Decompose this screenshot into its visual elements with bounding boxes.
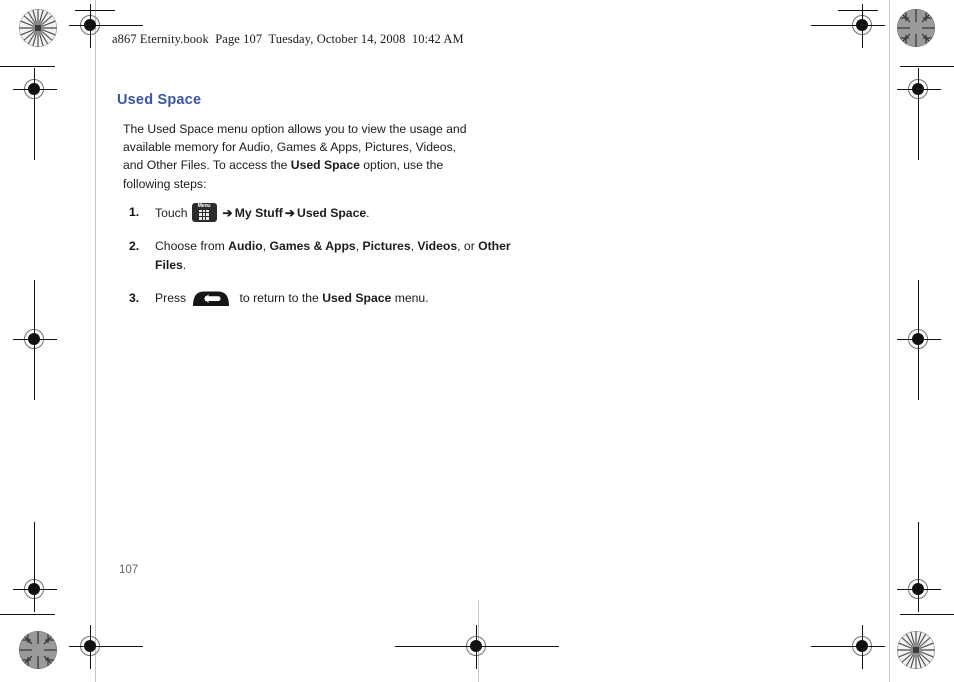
registration-arm-lower-right-v (918, 522, 920, 570)
document-header-line: a867 Eternity.book Page 107 Tuesday, Oct… (112, 32, 464, 46)
registration-arm-mid-left-v-top (34, 280, 36, 320)
back-key-glyph (193, 291, 230, 306)
step2-sep-2: , (355, 238, 363, 253)
step-text-2: Choose from Audio, Games & Apps, Picture… (155, 239, 511, 272)
registration-target-bottom-center (455, 625, 499, 669)
step3-trailing: menu. (391, 290, 429, 305)
starburst-icon (19, 631, 57, 669)
intro-paragraph: The Used Space menu option allows you to… (123, 120, 468, 193)
step-number-1: 1. (129, 204, 140, 219)
step2-lead: Choose from (155, 238, 229, 253)
registration-vertical-line (90, 4, 92, 48)
menu-key-icon[interactable]: Menu (191, 202, 217, 222)
registration-target-top-left (69, 4, 113, 48)
registration-arm-bottom-center-h-right (499, 646, 559, 648)
menu-key-label: Menu (197, 202, 211, 209)
registration-arm-mid-left-v-bottom (34, 360, 36, 400)
registration-arm-mid-right-v-top (918, 280, 920, 320)
registration-arm-upper-left-v (34, 112, 36, 160)
registration-vertical-line (862, 4, 864, 48)
step1-arrow-2: ➔ (284, 205, 296, 220)
registration-target-upper-left (13, 68, 57, 112)
registration-arm-top-right-h (811, 25, 841, 27)
resolution-starburst-top-right (896, 8, 936, 48)
step1-target-my-stuff: My Stuff (234, 205, 283, 220)
registration-vertical-line (34, 68, 36, 112)
registration-target-lower-right (897, 568, 941, 612)
step-text-3: Press to return to the Used Space menu. (155, 290, 429, 307)
starburst-icon (19, 9, 57, 47)
registration-vertical-line (34, 318, 36, 362)
step1-trailing: . (366, 205, 370, 220)
page-number: 107 (119, 564, 139, 576)
guide-line-left (95, 0, 96, 682)
guide-line-right (889, 0, 890, 682)
registration-target-bottom-right (841, 625, 885, 669)
step2-option-videos: Videos (417, 238, 458, 253)
registration-target-bottom-left (69, 625, 113, 669)
step-number-3: 3. (129, 290, 140, 305)
step-item-1: 1. Touch Menu ➔ My Stuff ➔ Used Space. (117, 202, 535, 223)
page-title: Used Space (117, 92, 202, 108)
registration-target-top-right (841, 4, 885, 48)
registration-vertical-line (918, 318, 920, 362)
registration-target-lower-left (13, 568, 57, 612)
step2-conjunction: , or (457, 238, 479, 253)
step2-option-games-apps: Games & Apps (269, 238, 356, 253)
registration-vertical-line (862, 625, 864, 669)
resolution-starburst-bottom-left (18, 630, 58, 670)
step1-lead: Touch (155, 205, 188, 220)
registration-vertical-line (918, 568, 920, 612)
registration-target-mid-left (13, 318, 57, 362)
back-key-icon[interactable] (191, 290, 231, 307)
registration-arm-lower-left-v (34, 522, 36, 570)
registration-vertical-line (476, 625, 478, 669)
registration-arm-bottom-left-h (113, 646, 143, 648)
registration-vertical-line (918, 68, 920, 112)
registration-arm-bottom-right-h (811, 646, 841, 648)
menu-key-grid (199, 209, 210, 220)
registration-arm-top-left-h (113, 25, 143, 27)
registration-target-mid-right (897, 318, 941, 362)
registration-target-upper-right (897, 68, 941, 112)
step3-lead: Press (155, 290, 187, 305)
step1-arrow-1: ➔ (222, 205, 233, 220)
resolution-starburst-bottom-right (896, 630, 936, 670)
registration-vertical-line (34, 568, 36, 612)
step-text-1: Touch Menu ➔ My Stuff ➔ Used Space. (155, 202, 370, 222)
step-item-3: 3. Press to return to the Used Space men… (117, 289, 535, 308)
scanned-manual-page: a867 Eternity.book Page 107 Tuesday, Oct… (0, 0, 954, 682)
crop-rule-bottom-left (0, 614, 55, 616)
registration-vertical-line (90, 625, 92, 669)
registration-arm-mid-right-v-bottom (918, 360, 920, 400)
step2-option-audio: Audio (228, 238, 263, 253)
step2-option-pictures: Pictures (362, 238, 411, 253)
registration-arm-upper-right-v (918, 112, 920, 160)
step3-mid: to return to the (236, 290, 323, 305)
starburst-icon (897, 631, 935, 669)
crop-rule-bottom-right (900, 614, 954, 616)
page-content: Used Space The Used Space menu option al… (117, 92, 537, 322)
step2-trailing: . (182, 257, 187, 272)
step-item-2: 2. Choose from Audio, Games & Apps, Pict… (117, 237, 535, 275)
starburst-icon (897, 9, 935, 47)
step1-target-used-space: Used Space (297, 205, 367, 220)
step3-bold-used-space: Used Space (322, 290, 392, 305)
step-number-2: 2. (129, 238, 140, 253)
steps-list: 1. Touch Menu ➔ My Stuff ➔ Used Space. 2. Cho… (117, 202, 537, 308)
registration-arm-bottom-center-h-left (395, 646, 455, 648)
intro-bold-term: Used Space (290, 158, 360, 173)
resolution-starburst-top-left (18, 8, 58, 48)
